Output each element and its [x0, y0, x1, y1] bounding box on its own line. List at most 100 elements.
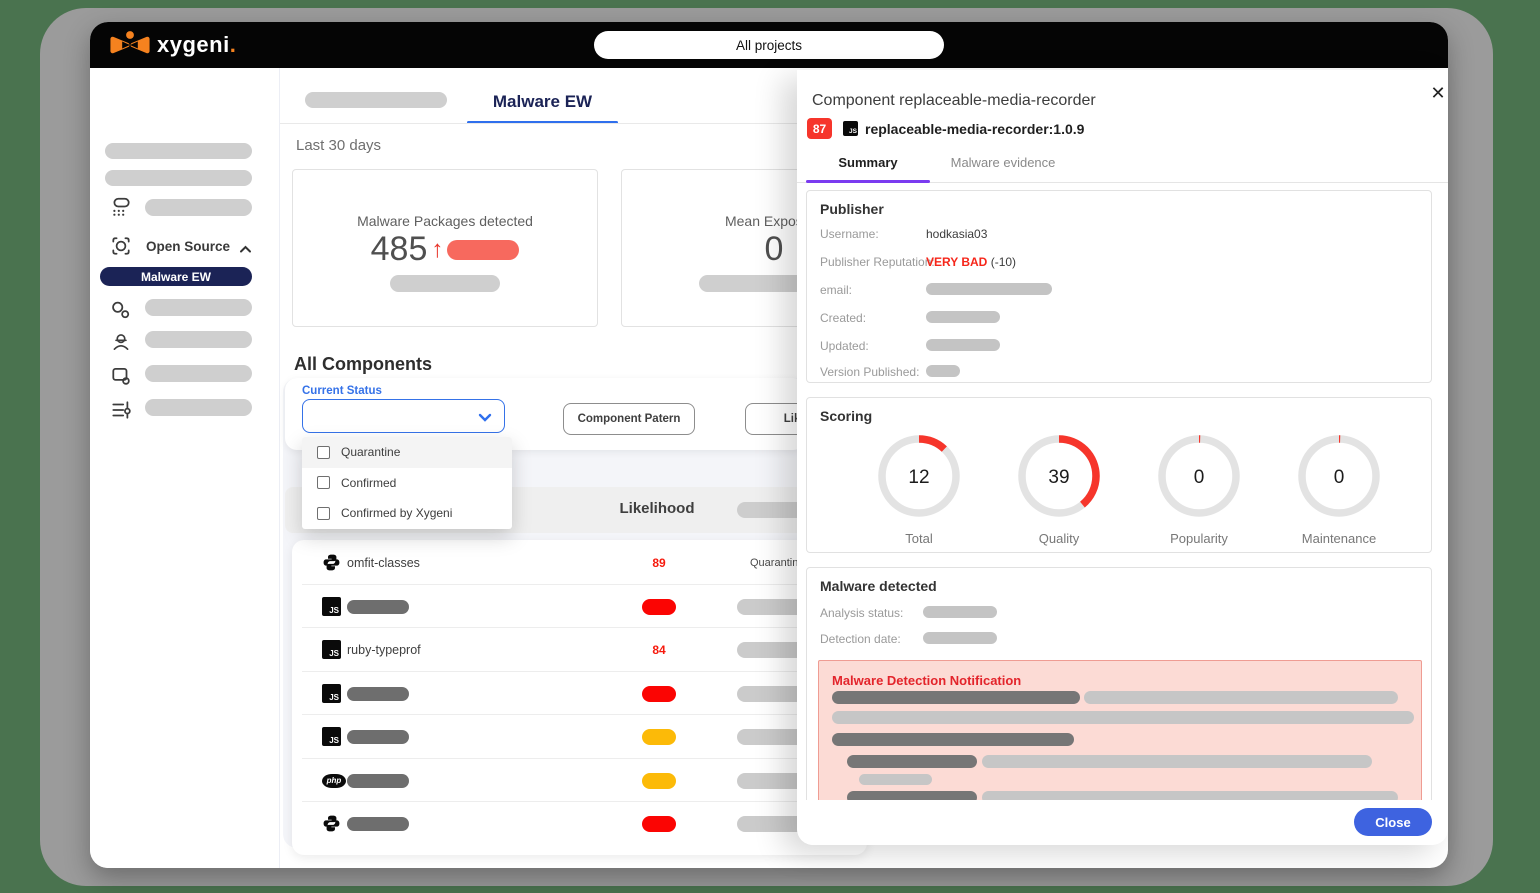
- sidebar-item-placeholder[interactable]: [105, 143, 252, 159]
- python-icon: [322, 814, 341, 833]
- menu-item-confirmed-by-xygeni[interactable]: Confirmed by Xygeni: [302, 498, 512, 529]
- device-icon: [110, 365, 132, 392]
- components-table: omfit-classes 89 Quarantine ruby-typepro…: [292, 540, 867, 855]
- component-detail-modal: Component replaceable-media-recorder ✕ 8…: [797, 70, 1448, 845]
- redacted-text-bar: [847, 755, 977, 768]
- chevron-up-icon[interactable]: [238, 242, 253, 257]
- detection-date-placeholder: [923, 632, 997, 644]
- settings-sliders-icon: [110, 399, 132, 426]
- sidebar-item-placeholder[interactable]: [105, 170, 252, 186]
- close-button[interactable]: Close: [1354, 808, 1432, 836]
- javascript-icon: [322, 640, 341, 659]
- scoring-section: Scoring 12 Total 39 Quality: [806, 397, 1432, 553]
- donut-label: Popularity: [1155, 531, 1243, 546]
- apps-icon: [110, 196, 132, 223]
- sidebar-item-placeholder[interactable]: [145, 299, 252, 316]
- likelihood-score: 89: [624, 556, 694, 570]
- sidebar-item-placeholder[interactable]: [145, 199, 252, 216]
- donut-quality: 39 Quality: [1015, 434, 1103, 546]
- component-name-placeholder: [347, 817, 409, 831]
- component-name: ruby-typeprof: [347, 643, 421, 657]
- table-row[interactable]: [302, 759, 857, 803]
- component-name: omfit-classes: [347, 556, 420, 570]
- scoring-title: Scoring: [820, 408, 872, 424]
- xygeni-logo[interactable]: xygeni.: [110, 30, 236, 60]
- javascript-icon: [322, 727, 341, 746]
- sidebar-item-malware-ew[interactable]: Malware EW: [100, 267, 252, 286]
- svg-text:0: 0: [1194, 467, 1205, 488]
- checkbox[interactable]: [317, 476, 330, 489]
- component-pattern-button[interactable]: Component Patern: [563, 403, 695, 435]
- trend-up-icon: ↑: [431, 236, 443, 264]
- tab-placeholder[interactable]: [305, 92, 447, 108]
- menu-item-confirmed[interactable]: Confirmed: [302, 468, 512, 499]
- sidebar-item-placeholder[interactable]: [145, 399, 252, 416]
- php-icon: [322, 774, 346, 788]
- attacker-icon: [110, 331, 132, 358]
- tab-summary[interactable]: Summary: [806, 155, 930, 170]
- xygeni-logo-icon: [110, 30, 150, 60]
- table-row[interactable]: omfit-classes 89 Quarantine: [302, 541, 857, 585]
- sidebar: Open Source Malware EW: [90, 68, 280, 868]
- donut-total: 12 Total: [875, 434, 963, 546]
- redacted-text-bar: [859, 774, 932, 785]
- donut-label: Maintenance: [1295, 531, 1383, 546]
- malware-detected-title: Malware detected: [820, 578, 937, 594]
- javascript-icon: [322, 597, 341, 616]
- menu-item-label: Quarantine: [341, 445, 400, 459]
- reputation-value: VERY BAD (-10): [926, 255, 1016, 269]
- checkbox[interactable]: [317, 507, 330, 520]
- period-label: Last 30 days: [296, 137, 381, 154]
- card-malware-packages: Malware Packages detected 485 ↑: [292, 169, 598, 327]
- menu-item-quarantine[interactable]: Quarantine: [302, 437, 512, 468]
- top-bar: xygeni. All projects: [90, 22, 1448, 68]
- card-value: 485: [371, 230, 428, 269]
- likelihood-pill-red: [642, 599, 676, 615]
- likelihood-pill-red: [642, 686, 676, 702]
- table-row[interactable]: [302, 715, 857, 759]
- svg-text:0: 0: [1334, 467, 1345, 488]
- likelihood-pill-red: [642, 816, 676, 832]
- javascript-icon: [843, 121, 858, 136]
- card-value: 0: [765, 230, 784, 269]
- reputation-label: Publisher Reputation:: [820, 255, 935, 269]
- project-selector[interactable]: All projects: [594, 31, 944, 59]
- table-row[interactable]: [302, 672, 857, 716]
- redacted-text-bar: [832, 711, 1414, 724]
- analysis-status-label: Analysis status:: [820, 606, 903, 620]
- sidebar-item-placeholder[interactable]: [145, 331, 252, 348]
- donut-maintenance: 0 Maintenance: [1295, 434, 1383, 546]
- tab-malware-evidence[interactable]: Malware evidence: [943, 155, 1063, 170]
- redacted-text-bar: [982, 755, 1372, 768]
- table-row[interactable]: [302, 585, 857, 629]
- sidebar-item-placeholder[interactable]: [145, 365, 252, 382]
- card-title: Malware Packages detected: [293, 213, 597, 229]
- updated-label: Updated:: [820, 339, 869, 353]
- publisher-section: Publisher Username: hodkasia03 Publisher…: [806, 190, 1432, 383]
- active-tab-underline: [806, 180, 930, 183]
- component-name-placeholder: [347, 730, 409, 744]
- table-row[interactable]: ruby-typeprof 84: [302, 628, 857, 672]
- dependencies-icon: [110, 299, 132, 326]
- current-status-select[interactable]: [302, 399, 505, 433]
- created-label: Created:: [820, 311, 866, 325]
- close-icon[interactable]: ✕: [1427, 82, 1448, 104]
- trend-placeholder: [447, 240, 519, 260]
- tab-malware-ew[interactable]: Malware EW: [467, 92, 618, 112]
- analysis-status-placeholder: [923, 606, 997, 618]
- redacted-text-bar: [832, 733, 1074, 746]
- menu-item-label: Confirmed: [341, 476, 396, 490]
- publisher-title: Publisher: [820, 201, 884, 217]
- logo-text: xygeni.: [157, 32, 236, 58]
- component-name-version: replaceable-media-recorder:1.0.9: [865, 121, 1084, 137]
- likelihood-score: 84: [624, 643, 694, 657]
- username-label: Username:: [820, 227, 879, 241]
- sidebar-item-open-source[interactable]: Open Source: [146, 239, 230, 254]
- table-row[interactable]: [302, 802, 857, 846]
- svg-text:39: 39: [1048, 467, 1069, 488]
- python-icon: [322, 553, 341, 572]
- menu-item-label: Confirmed by Xygeni: [341, 506, 452, 520]
- checkbox[interactable]: [317, 446, 330, 459]
- all-components-title: All Components: [294, 354, 432, 375]
- open-source-icon: [110, 235, 132, 262]
